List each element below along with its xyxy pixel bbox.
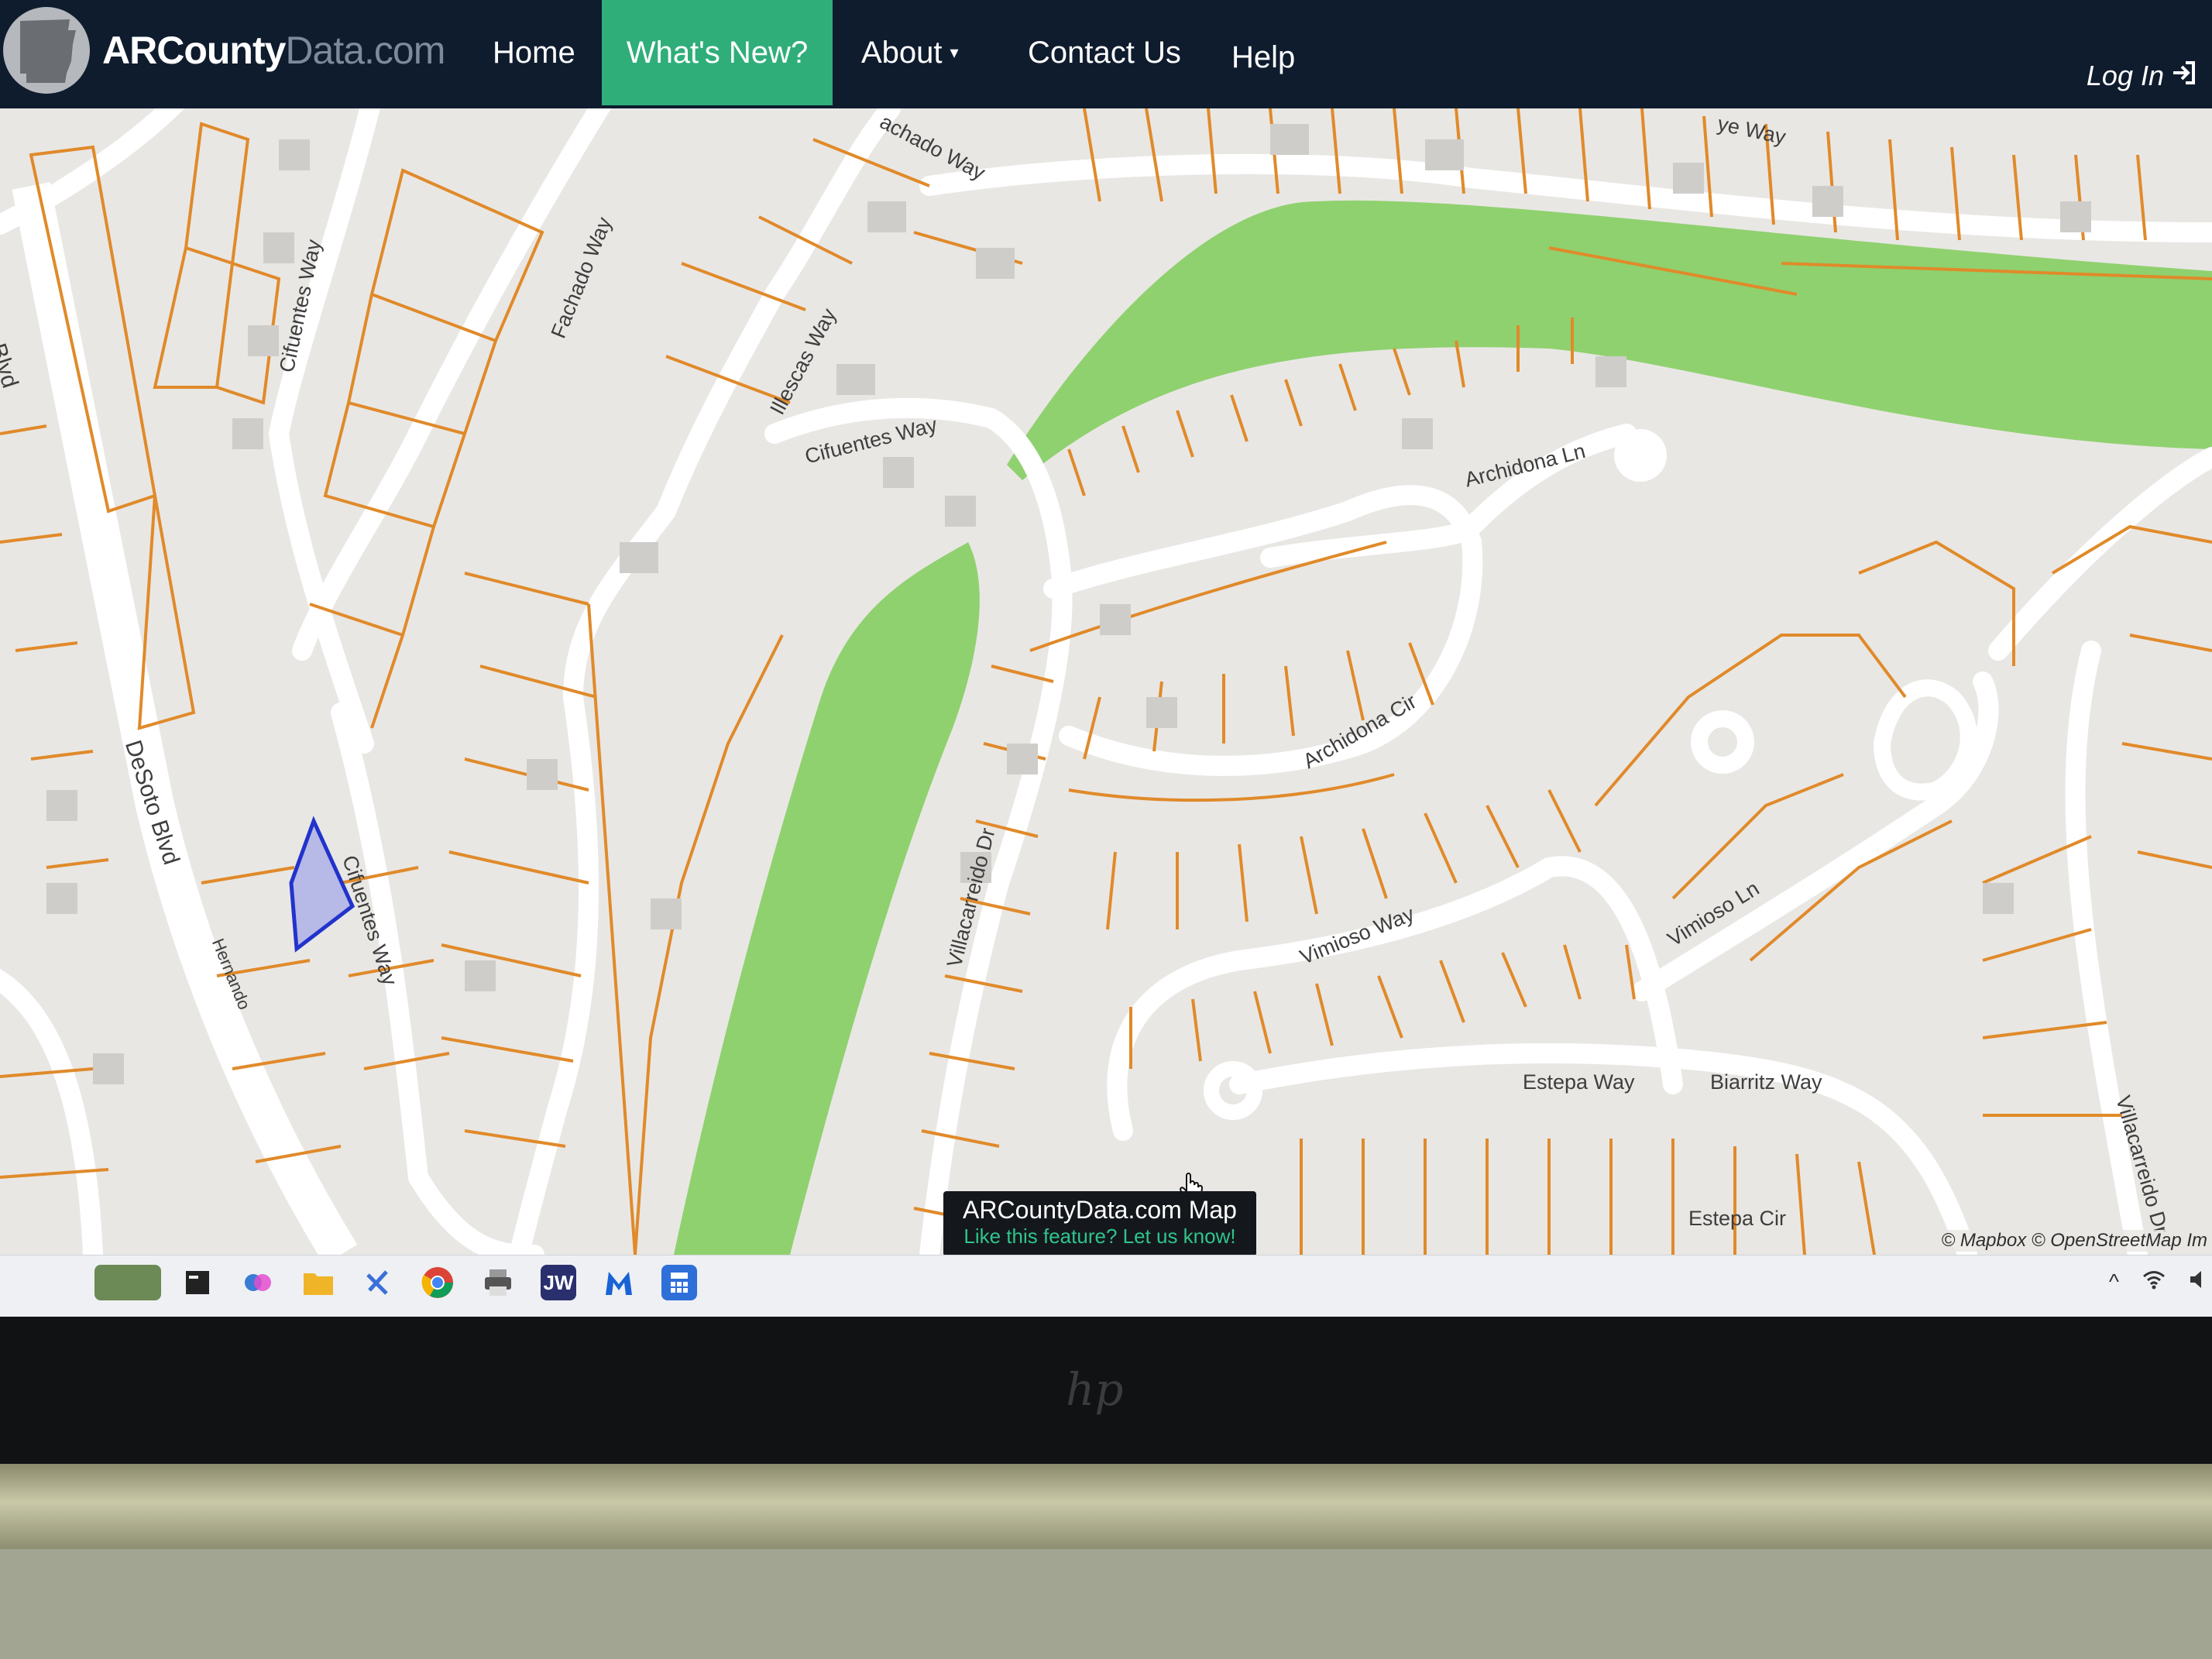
show-hidden-icons-icon[interactable]: ^ <box>2109 1269 2119 1295</box>
selected-parcel <box>289 816 356 953</box>
screen: ARCountyData.com Home What's New? About … <box>0 0 2212 1317</box>
laptop-deck <box>0 1549 2212 1659</box>
cul-de-sac <box>1873 679 1977 801</box>
caret-down-icon: ▾ <box>950 43 959 62</box>
nav-contact-us[interactable]: Contact Us <box>1028 0 1181 105</box>
calculator-icon[interactable] <box>661 1265 697 1300</box>
map-feature-popup: ARCountyData.com Map Like this feature? … <box>943 1191 1256 1256</box>
nav-whats-new[interactable]: What's New? <box>602 0 833 105</box>
laptop-hinge <box>0 1464 2212 1549</box>
street-label: Biarritz Way <box>1710 1070 1822 1094</box>
cul-de-sac <box>1614 429 1667 482</box>
street-label: Estepa Cir <box>1688 1207 1787 1230</box>
navbar: ARCountyData.com Home What's New? About … <box>0 0 2212 108</box>
snipping-tool-icon[interactable] <box>361 1265 397 1300</box>
nav-about-label: About <box>861 35 943 70</box>
street-label: Estepa Way <box>1523 1070 1635 1094</box>
popup-title: ARCountyData.com Map <box>963 1196 1237 1224</box>
arkansas-logo-icon <box>3 7 90 94</box>
brand-domain: Data.com <box>285 29 445 72</box>
malwarebytes-icon[interactable] <box>601 1265 637 1300</box>
map-attribution[interactable]: © Mapbox © OpenStreetMap Im <box>1936 1230 2212 1252</box>
jw-icon[interactable]: JW <box>541 1265 576 1300</box>
feedback-link[interactable]: Like this feature? Let us know! <box>943 1224 1256 1249</box>
printer-icon[interactable] <box>480 1265 516 1300</box>
wifi-icon[interactable] <box>2142 1269 2166 1295</box>
terminal-icon[interactable] <box>180 1265 215 1300</box>
file-explorer-icon[interactable] <box>301 1265 336 1300</box>
system-tray[interactable]: ^ <box>2109 1269 2204 1295</box>
taskbar: JW ^ <box>0 1255 2212 1317</box>
hp-logo: hp <box>1066 1363 1124 1416</box>
brand-name: ARCountyData.com <box>102 28 445 73</box>
volume-icon[interactable] <box>2189 1269 2204 1295</box>
login-label: Log In <box>2086 60 2164 91</box>
copilot-icon[interactable] <box>240 1265 276 1300</box>
parcel-map[interactable]: Cifuentes Way Fachado Way Illescas Way C… <box>0 108 2212 1255</box>
nav-about[interactable]: About ▾ <box>861 0 959 105</box>
brand-main: ARCounty <box>102 29 286 72</box>
brand[interactable]: ARCountyData.com <box>0 0 445 101</box>
sign-in-icon <box>2170 60 2197 93</box>
map-canvas[interactable] <box>0 108 2212 1255</box>
widgets-icon[interactable] <box>94 1265 161 1300</box>
cul-de-sac <box>1691 710 1754 774</box>
nav-home[interactable]: Home <box>493 0 575 105</box>
nav-help[interactable]: Help <box>1231 5 1295 110</box>
chrome-icon[interactable] <box>420 1265 455 1300</box>
